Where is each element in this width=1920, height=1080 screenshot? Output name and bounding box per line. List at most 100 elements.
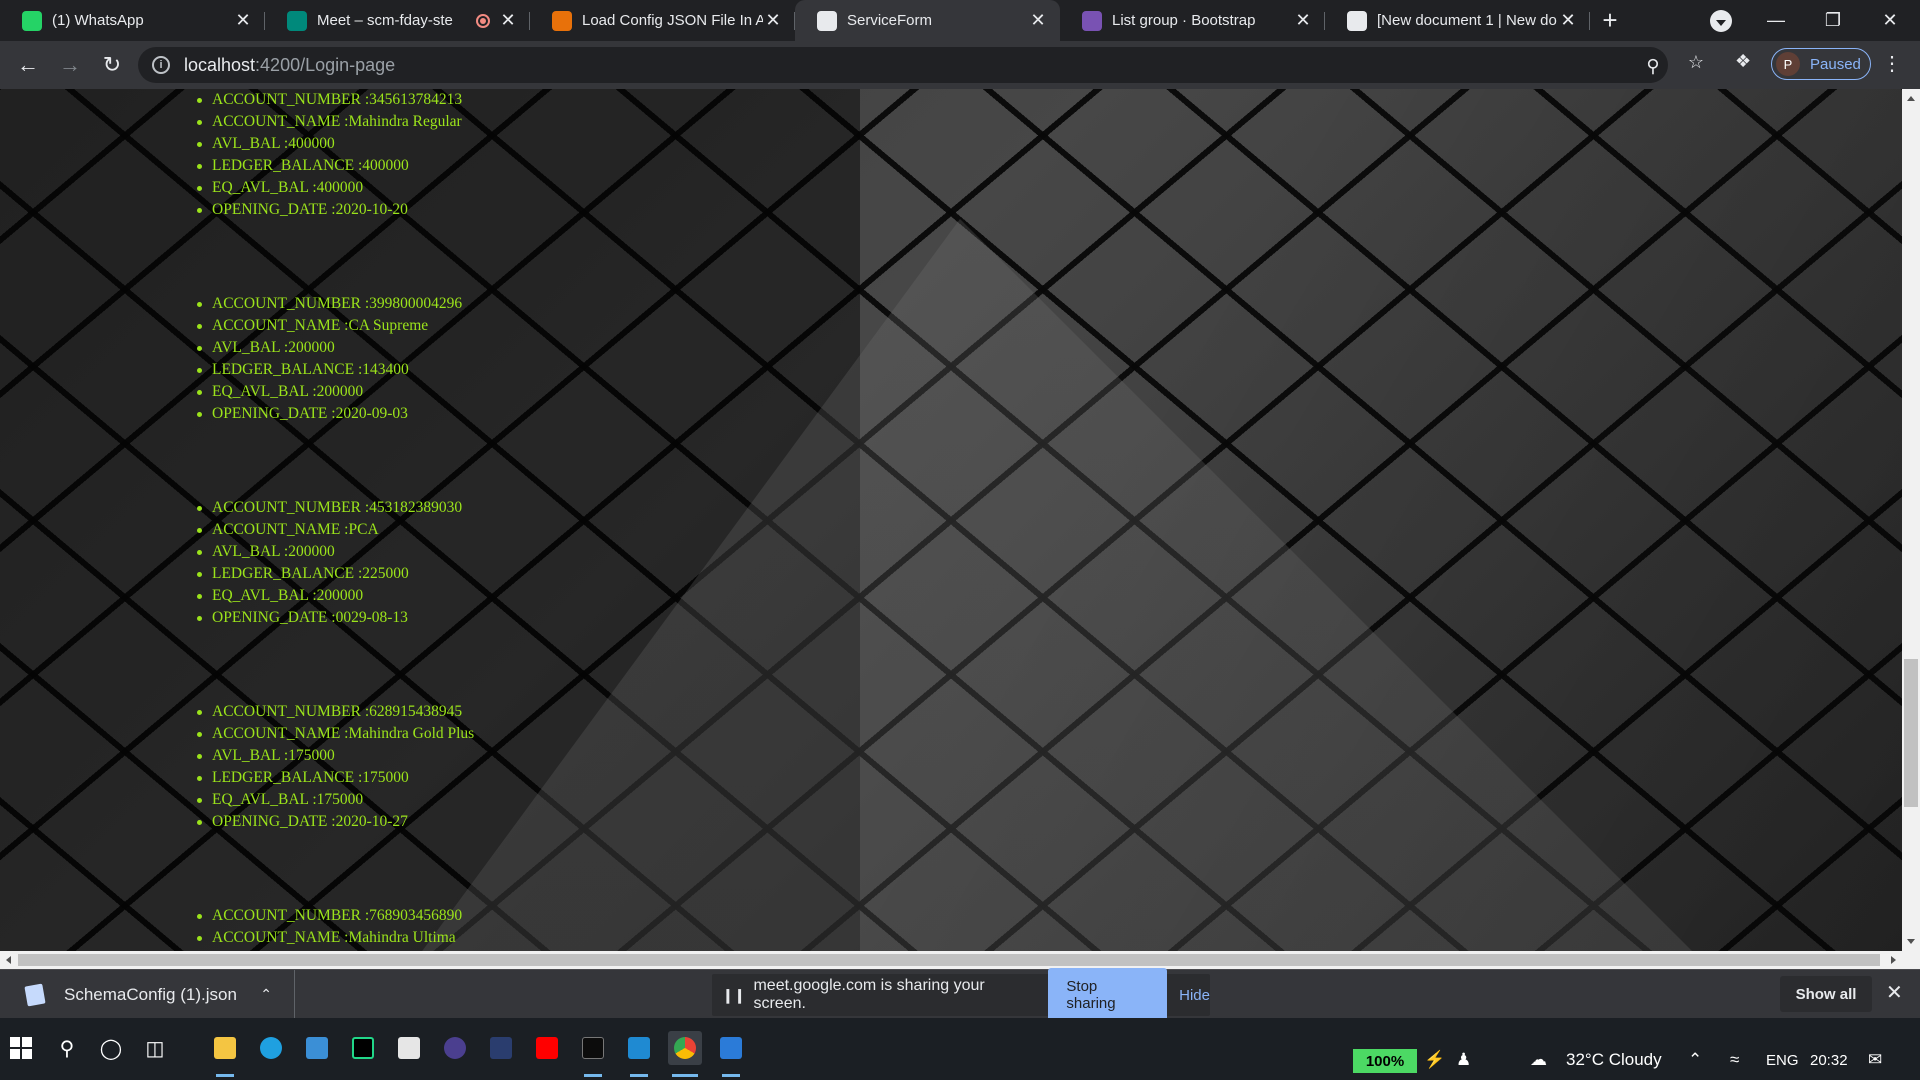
pycharm-icon[interactable] bbox=[346, 1031, 380, 1065]
search-icon[interactable]: ⚲ bbox=[50, 1031, 84, 1065]
sql-server-icon[interactable] bbox=[484, 1031, 518, 1065]
tab-0[interactable]: (1) WhatsApp ✕ bbox=[0, 0, 265, 41]
field-value: 2020-09-03 bbox=[335, 405, 408, 422]
windows-start-icon[interactable] bbox=[4, 1031, 38, 1065]
tab-close-icon[interactable]: ✕ bbox=[763, 10, 783, 31]
minimize-icon[interactable]: — bbox=[1748, 0, 1804, 41]
field-value: CA Supreme bbox=[348, 317, 429, 334]
horizontal-scrollbar[interactable] bbox=[0, 951, 1920, 969]
chrome-icon[interactable] bbox=[668, 1031, 702, 1077]
address-bar[interactable]: i localhost:4200/Login-page ⚲ bbox=[138, 47, 1668, 83]
field-key: LEDGER_BALANCE : bbox=[212, 769, 363, 786]
site-info-icon[interactable]: i bbox=[152, 56, 170, 74]
account-record: ACCOUNT_NUMBER :628915438945 ACCOUNT_NAME… bbox=[190, 701, 474, 833]
stop-sharing-button[interactable]: Stop sharing bbox=[1048, 968, 1168, 1022]
tab-search-icon[interactable] bbox=[1710, 10, 1732, 32]
bookmark-star-icon[interactable]: ☆ bbox=[1685, 51, 1707, 73]
new-tab-button[interactable]: + bbox=[1590, 0, 1630, 41]
field-value: 143400 bbox=[362, 361, 409, 378]
url-host: localhost bbox=[184, 54, 256, 75]
tab-close-icon[interactable]: ✕ bbox=[1028, 10, 1048, 31]
tab-close-icon[interactable]: ✕ bbox=[233, 10, 253, 31]
download-file-name: SchemaConfig (1).json bbox=[64, 984, 237, 1004]
download-item[interactable]: SchemaConfig (1).json ⌃ bbox=[0, 970, 295, 1019]
extensions-puzzle-icon[interactable]: ❖ bbox=[1735, 51, 1757, 73]
weather-text[interactable]: 32°C Cloudy bbox=[1566, 1050, 1662, 1070]
eclipse-icon[interactable] bbox=[438, 1031, 472, 1065]
browser-menu-icon[interactable]: ⋮ bbox=[1880, 50, 1904, 78]
tab-list: (1) WhatsApp ✕ Meet – scm-fday-ste ✕ Load Co… bbox=[0, 0, 1590, 41]
field-value: PCA bbox=[348, 521, 379, 538]
people-icon[interactable]: ♟ bbox=[1456, 1050, 1471, 1070]
notifications-icon[interactable]: ✉ bbox=[1868, 1050, 1882, 1070]
field-key: ACCOUNT_NUMBER : bbox=[212, 499, 370, 516]
reload-icon[interactable]: ↻ bbox=[92, 45, 132, 85]
profile-button[interactable]: P Paused bbox=[1771, 48, 1871, 80]
field-value: 345613784213 bbox=[369, 91, 463, 108]
tab-close-icon[interactable]: ✕ bbox=[498, 10, 518, 31]
field-eq-avl-bal: EQ_AVL_BAL :400000 bbox=[190, 177, 474, 199]
tab-close-icon[interactable]: ✕ bbox=[1293, 10, 1313, 31]
task-view-icon[interactable]: ◫ bbox=[138, 1031, 172, 1065]
photos-icon[interactable] bbox=[714, 1031, 748, 1077]
restore-icon[interactable]: ❐ bbox=[1805, 0, 1861, 41]
language-indicator[interactable]: ENG bbox=[1766, 1052, 1799, 1069]
tab-2[interactable]: Load Config JSON File In Ar ✕ bbox=[530, 0, 795, 41]
edge-icon[interactable] bbox=[254, 1031, 288, 1065]
field-key: EQ_AVL_BAL : bbox=[212, 383, 317, 400]
field-key: AVL_BAL : bbox=[212, 747, 289, 764]
clock[interactable]: 20:32 bbox=[1810, 1052, 1848, 1069]
field-key: OPENING_DATE : bbox=[212, 201, 336, 218]
weather-cloud-icon[interactable]: ☁ bbox=[1530, 1050, 1547, 1070]
cortana-icon[interactable]: ◯ bbox=[94, 1031, 128, 1065]
scroll-up-icon[interactable] bbox=[1907, 96, 1915, 101]
field-value: 768903456890 bbox=[369, 907, 463, 924]
window-close-icon[interactable]: ✕ bbox=[1862, 0, 1918, 41]
field-key: OPENING_DATE : bbox=[212, 813, 336, 830]
mail-icon[interactable] bbox=[300, 1031, 334, 1065]
chevron-up-icon[interactable]: ⌃ bbox=[1688, 1050, 1702, 1070]
account-record: ACCOUNT_NUMBER :345613784213 ACCOUNT_NAME… bbox=[190, 89, 474, 221]
field-value: 2020-10-27 bbox=[335, 813, 408, 830]
battery-indicator[interactable]: 100% bbox=[1353, 1049, 1417, 1073]
store-icon[interactable] bbox=[392, 1031, 426, 1065]
field-key: ACCOUNT_NUMBER : bbox=[212, 91, 370, 108]
scroll-down-icon[interactable] bbox=[1907, 939, 1915, 944]
forward-arrow-icon[interactable]: → bbox=[50, 45, 90, 85]
pause-icon: ❙❙ bbox=[722, 986, 746, 1003]
recording-icon bbox=[476, 13, 490, 28]
scroll-right-icon[interactable] bbox=[1891, 956, 1896, 964]
tab-1[interactable]: Meet – scm-fday-ste ✕ bbox=[265, 0, 530, 41]
show-all-button[interactable]: Show all bbox=[1780, 976, 1872, 1012]
wifi-icon[interactable]: ≈ bbox=[1730, 1050, 1739, 1070]
field-ledger-balance: LEDGER_BALANCE :143400 bbox=[190, 359, 474, 381]
field-key: ACCOUNT_NAME : bbox=[212, 929, 349, 946]
vertical-scrollbar[interactable] bbox=[1902, 89, 1920, 951]
scroll-left-icon[interactable] bbox=[6, 956, 11, 964]
hide-button[interactable]: Hide bbox=[1179, 987, 1210, 1004]
close-icon[interactable]: ✕ bbox=[1886, 980, 1903, 1005]
vertical-scroll-thumb[interactable] bbox=[1904, 659, 1918, 807]
zoom-icon[interactable]: ⚲ bbox=[1642, 55, 1664, 77]
chevron-up-icon[interactable]: ⌃ bbox=[260, 986, 272, 1003]
account-record: ACCOUNT_NUMBER :768903456890 ACCOUNT_NAME… bbox=[190, 905, 474, 951]
youtube-icon[interactable] bbox=[530, 1031, 564, 1065]
field-avl-bal: AVL_BAL :200000 bbox=[190, 337, 474, 359]
tab-5[interactable]: [New document 1 | New do ✕ bbox=[1325, 0, 1590, 41]
field-value: 175000 bbox=[288, 747, 335, 764]
field-value: Mahindra Regular bbox=[348, 113, 462, 130]
tab-3[interactable]: ServiceForm ✕ bbox=[795, 0, 1060, 41]
file-explorer-icon[interactable] bbox=[208, 1031, 242, 1077]
field-key: ACCOUNT_NAME : bbox=[212, 725, 349, 742]
charging-plug-icon: ⚡ bbox=[1424, 1050, 1446, 1069]
field-account-number: ACCOUNT_NUMBER :399800004296 bbox=[190, 293, 474, 315]
field-opening-date: OPENING_DATE :2020-09-03 bbox=[190, 403, 474, 425]
terminal-icon[interactable] bbox=[576, 1031, 610, 1077]
horizontal-scroll-thumb[interactable] bbox=[18, 954, 1880, 966]
back-arrow-icon[interactable]: ← bbox=[8, 45, 48, 85]
vscode-icon[interactable] bbox=[622, 1031, 656, 1077]
tab-close-icon[interactable]: ✕ bbox=[1558, 10, 1578, 31]
tab-separator bbox=[1589, 12, 1590, 30]
tab-4[interactable]: List group · Bootstrap ✕ bbox=[1060, 0, 1325, 41]
field-key: EQ_AVL_BAL : bbox=[212, 791, 317, 808]
